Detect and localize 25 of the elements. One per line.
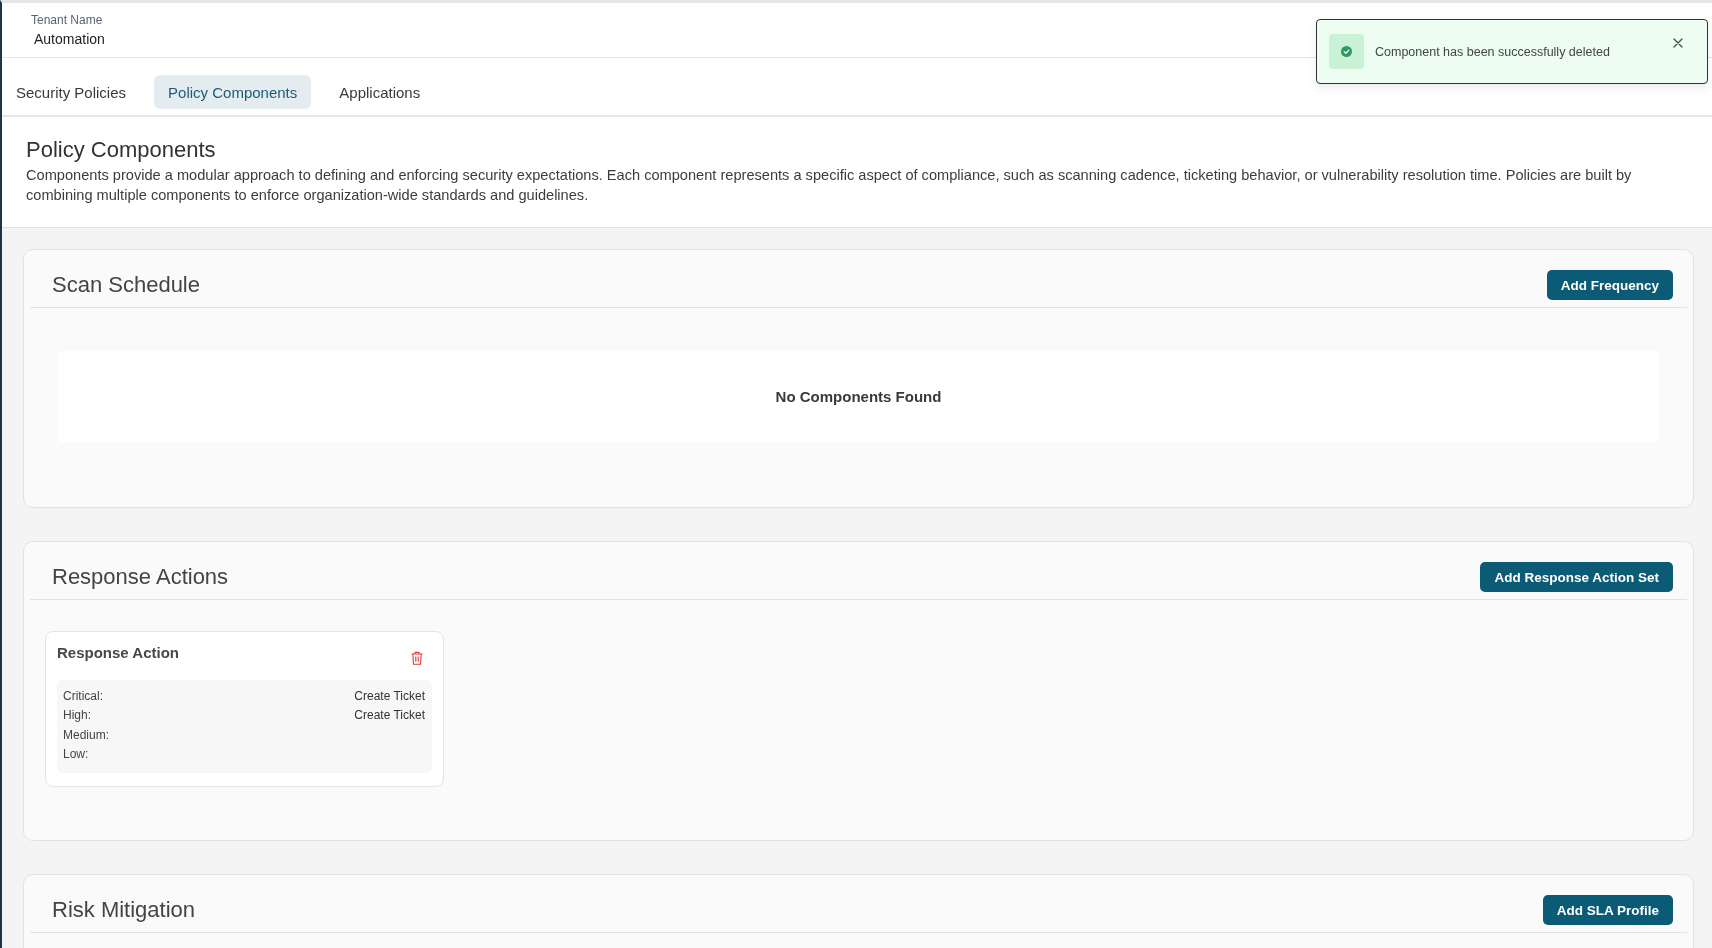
- section-title: Risk Mitigation: [52, 896, 196, 924]
- card-title: Response Action: [57, 643, 179, 663]
- action-value: Create Ticket: [354, 708, 425, 723]
- severity-label: Low:: [63, 747, 89, 762]
- tenant-name: Automation: [34, 30, 105, 48]
- close-button[interactable]: [1673, 38, 1683, 48]
- add-button[interactable]: Add Frequency: [1546, 270, 1673, 300]
- add-button[interactable]: Add Response Action Set: [1480, 562, 1673, 592]
- page-description: Components provide a modular approach to defining and enforcing security expectations. Each component represents a specific aspect of compliance, such as scanning cadence, ticketing behavior, or vulnerability resolution time. Policies are built by combining multiple components to enforce organization-wide standards and guidelines.: [26, 166, 1633, 205]
- action-value: Create Ticket: [354, 688, 425, 703]
- tab[interactable]: Applications: [325, 75, 435, 109]
- tab[interactable]: Policy Components: [154, 75, 312, 109]
- close-icon: [1673, 38, 1683, 48]
- section-title: Scan Schedule: [52, 271, 200, 299]
- trash-icon[interactable]: [411, 651, 423, 665]
- toast-message: Component has been successfully deleted: [1375, 44, 1610, 59]
- severity-label: High:: [63, 708, 91, 723]
- page-title: Policy Components: [26, 136, 217, 164]
- tenant-label: Tenant Name: [31, 12, 103, 28]
- section-title: Response Actions: [52, 563, 229, 591]
- add-button[interactable]: Add SLA Profile: [1542, 895, 1673, 925]
- severity-label: Medium:: [63, 727, 109, 742]
- empty-message: No Components Found: [775, 388, 942, 405]
- severity-label: Critical:: [63, 688, 103, 703]
- tab[interactable]: Security Policies: [2, 75, 141, 109]
